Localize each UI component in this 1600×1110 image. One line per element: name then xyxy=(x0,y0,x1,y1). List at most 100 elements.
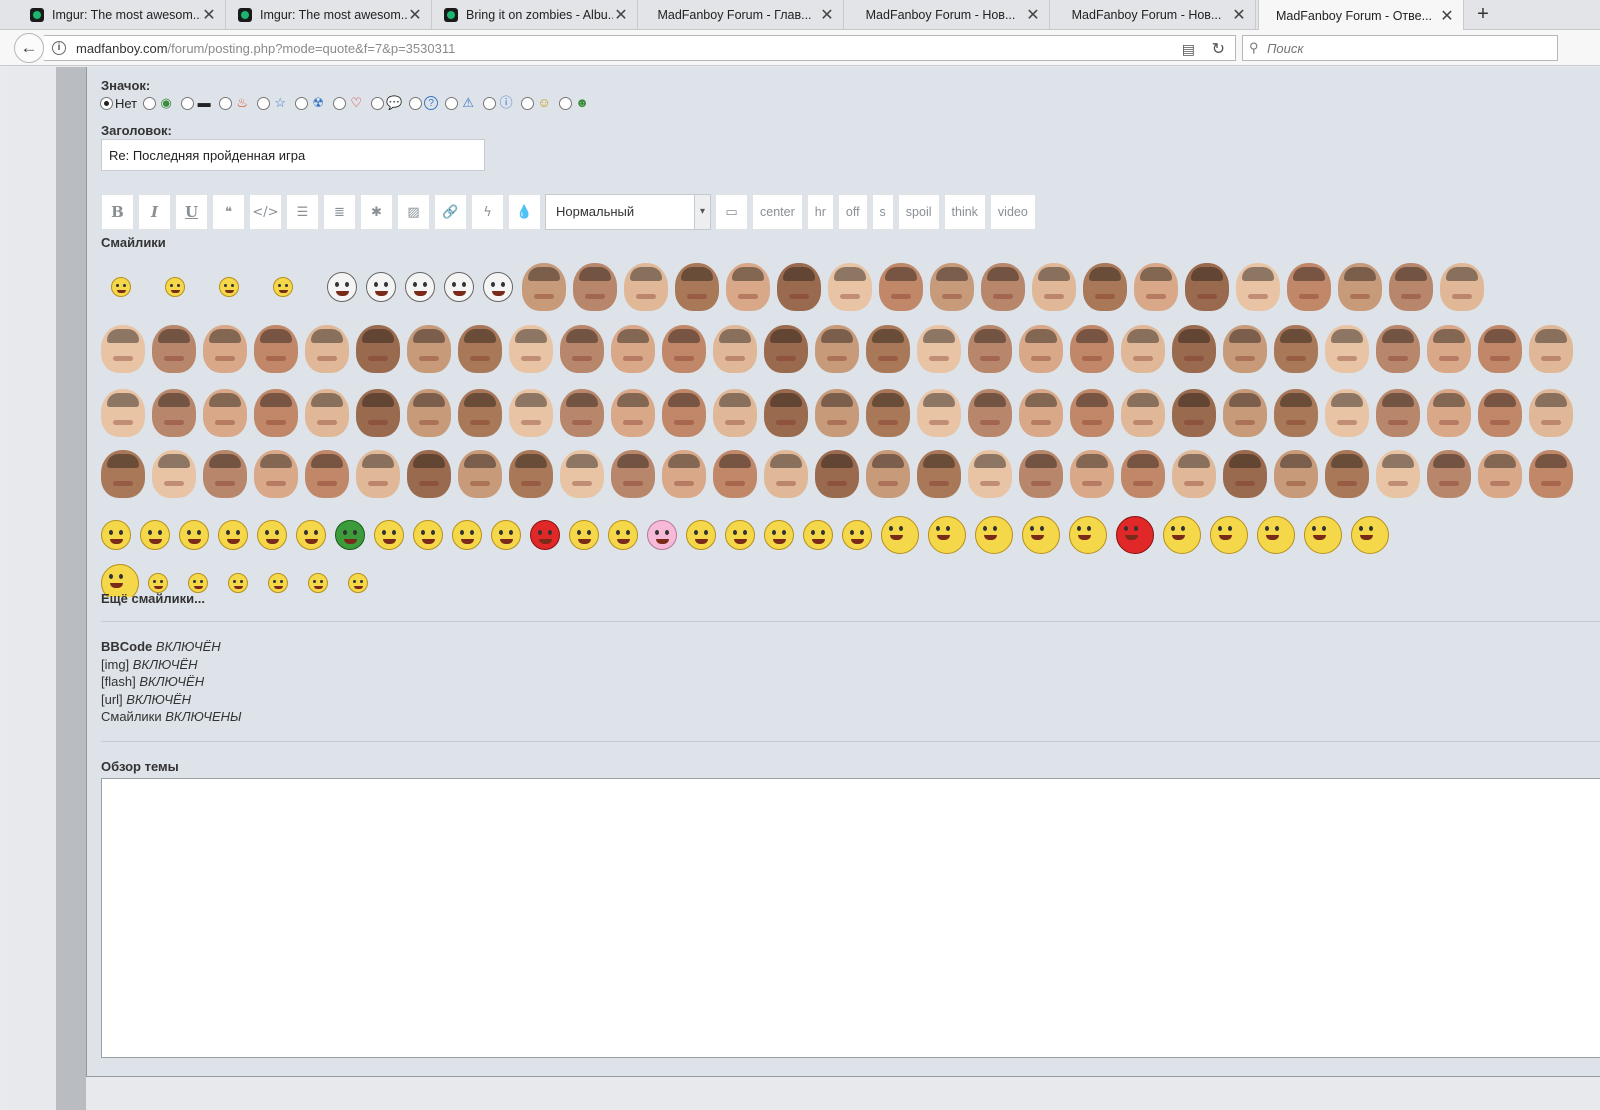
smiley-face-icon[interactable] xyxy=(356,389,400,437)
smiley-emoji-icon[interactable] xyxy=(842,520,872,550)
browser-tab[interactable]: MadFanboy Forum - Отве... ✕ xyxy=(1258,0,1464,31)
post-icon-radio[interactable] xyxy=(521,96,535,110)
smiley-face-icon[interactable] xyxy=(815,450,859,498)
smiley-face-icon[interactable] xyxy=(866,389,910,437)
smiley-emoji-icon[interactable] xyxy=(268,573,288,593)
smiley-face-icon[interactable] xyxy=(815,389,859,437)
smiley-face-icon[interactable] xyxy=(764,325,808,373)
smiley-emoji-icon[interactable] xyxy=(219,277,239,297)
post-icon-radio[interactable] xyxy=(409,96,423,110)
icon-radio-none[interactable] xyxy=(100,96,113,110)
smiley-face-icon[interactable] xyxy=(662,325,706,373)
smiley-face-icon[interactable] xyxy=(1172,389,1216,437)
smiley-face-icon[interactable] xyxy=(968,325,1012,373)
smiley-face-icon[interactable] xyxy=(1134,263,1178,311)
smiley-face-icon[interactable] xyxy=(1070,325,1114,373)
smiley-face-icon[interactable] xyxy=(1478,389,1522,437)
smiley-face-icon[interactable] xyxy=(611,389,655,437)
back-button[interactable]: ← xyxy=(14,33,44,63)
code-button[interactable]: </> xyxy=(249,194,282,230)
post-icon-radio[interactable] xyxy=(143,96,157,110)
smiley-face-icon[interactable] xyxy=(930,263,974,311)
smiley-face-icon[interactable] xyxy=(675,263,719,311)
smiley-face-icon[interactable] xyxy=(254,389,298,437)
browser-tab[interactable]: MadFanboy Forum - Глав... ✕ xyxy=(640,0,844,30)
smiley-face-icon[interactable] xyxy=(560,389,604,437)
smiley-face-icon[interactable] xyxy=(458,450,502,498)
smiley-face-icon[interactable] xyxy=(662,389,706,437)
smiley-emoji-icon[interactable] xyxy=(296,520,326,550)
smiley-face-icon[interactable] xyxy=(203,325,247,373)
smiley-emoji-icon[interactable] xyxy=(101,520,131,550)
list-item-button[interactable]: ✱ xyxy=(360,194,393,230)
subject-input[interactable] xyxy=(101,139,485,171)
smiley-emoji-icon[interactable] xyxy=(1116,516,1154,554)
smiley-face-icon[interactable] xyxy=(713,389,757,437)
smiley-face-icon[interactable] xyxy=(1236,263,1280,311)
smiley-face-icon[interactable] xyxy=(611,325,655,373)
smiley-face-icon[interactable] xyxy=(1440,263,1484,311)
reload-icon[interactable]: ↻ xyxy=(1212,39,1225,59)
post-icon-radio[interactable] xyxy=(559,96,573,110)
smiley-face-icon[interactable] xyxy=(509,450,553,498)
address-bar[interactable]: i madfanboy.com/forum/posting.php?mode=q… xyxy=(44,35,1236,61)
smiley-face-icon[interactable] xyxy=(254,450,298,498)
smiley-face-icon[interactable] xyxy=(917,325,961,373)
smiley-face-icon[interactable] xyxy=(1529,389,1573,437)
post-icon-radio[interactable] xyxy=(483,96,497,110)
post-icon-radio[interactable] xyxy=(295,96,309,110)
smiley-face-icon[interactable] xyxy=(101,389,145,437)
smiley-face-icon[interactable] xyxy=(866,450,910,498)
smiley-face-icon[interactable] xyxy=(1287,263,1331,311)
browser-tab[interactable]: MadFanboy Forum - Нов... ✕ xyxy=(1052,0,1256,30)
browser-tab[interactable]: Imgur: The most awesom... ✕ xyxy=(20,0,226,30)
smiley-face-icon[interactable] xyxy=(1172,450,1216,498)
smiley-face-icon[interactable] xyxy=(1389,263,1433,311)
smiley-face-icon[interactable] xyxy=(305,450,349,498)
url-text[interactable]: madfanboy.com/forum/posting.php?mode=quo… xyxy=(76,41,455,56)
smiley-emoji-icon[interactable] xyxy=(1351,516,1389,554)
bold-button[interactable]: B xyxy=(101,194,134,230)
smiley-face-icon[interactable] xyxy=(866,325,910,373)
smiley-face-icon[interactable] xyxy=(1185,263,1229,311)
smiley-emoji-icon[interactable] xyxy=(1210,516,1248,554)
reader-view-icon[interactable]: ▤ xyxy=(1182,41,1195,58)
more-smileys-link[interactable]: Ещё смайлики... xyxy=(101,591,205,606)
underline-button[interactable]: U xyxy=(175,194,208,230)
smiley-face-icon[interactable] xyxy=(407,389,451,437)
smiley-face-icon[interactable] xyxy=(1070,450,1114,498)
close-icon[interactable]: ✕ xyxy=(1025,5,1041,25)
smiley-emoji-icon[interactable] xyxy=(413,520,443,550)
font-size-select[interactable]: Нормальный ▾ xyxy=(545,194,711,230)
smiley-face-icon[interactable] xyxy=(713,325,757,373)
smiley-face-icon[interactable] xyxy=(624,263,668,311)
smiley-face-icon[interactable] xyxy=(764,389,808,437)
smiley-face-icon[interactable] xyxy=(560,325,604,373)
smiley-face-icon[interactable] xyxy=(1325,450,1369,498)
close-icon[interactable]: ✕ xyxy=(1231,5,1247,25)
smiley-face-icon[interactable] xyxy=(203,389,247,437)
smiley-emoji-icon[interactable] xyxy=(228,573,248,593)
bbcode-tag-button[interactable]: video xyxy=(989,194,1036,230)
smiley-face-icon[interactable] xyxy=(356,325,400,373)
smiley-face-icon[interactable] xyxy=(1172,325,1216,373)
post-icon-radio[interactable] xyxy=(371,96,385,110)
bbcode-tag-button[interactable]: off xyxy=(837,194,868,230)
smiley-face-icon[interactable] xyxy=(573,263,617,311)
flash-button[interactable]: ϟ xyxy=(471,194,504,230)
smiley-face-icon[interactable] xyxy=(917,450,961,498)
smiley-face-icon[interactable] xyxy=(1083,263,1127,311)
smiley-face-icon[interactable] xyxy=(981,263,1025,311)
smiley-emoji-icon[interactable] xyxy=(165,277,185,297)
smiley-face-icon[interactable] xyxy=(662,450,706,498)
smiley-face-icon[interactable] xyxy=(764,450,808,498)
smiley-face-icon[interactable] xyxy=(713,450,757,498)
smiley-face-icon[interactable] xyxy=(1376,389,1420,437)
search-input[interactable] xyxy=(1267,38,1547,58)
browser-tab[interactable]: Bring it on zombies - Albu... ✕ xyxy=(434,0,638,30)
browser-tab[interactable]: MadFanboy Forum - Нов... ✕ xyxy=(846,0,1050,30)
smiley-face-icon[interactable] xyxy=(305,389,349,437)
info-icon[interactable]: i xyxy=(52,41,66,55)
screen-button[interactable]: ▭ xyxy=(715,194,748,230)
smiley-face-icon[interactable] xyxy=(611,450,655,498)
